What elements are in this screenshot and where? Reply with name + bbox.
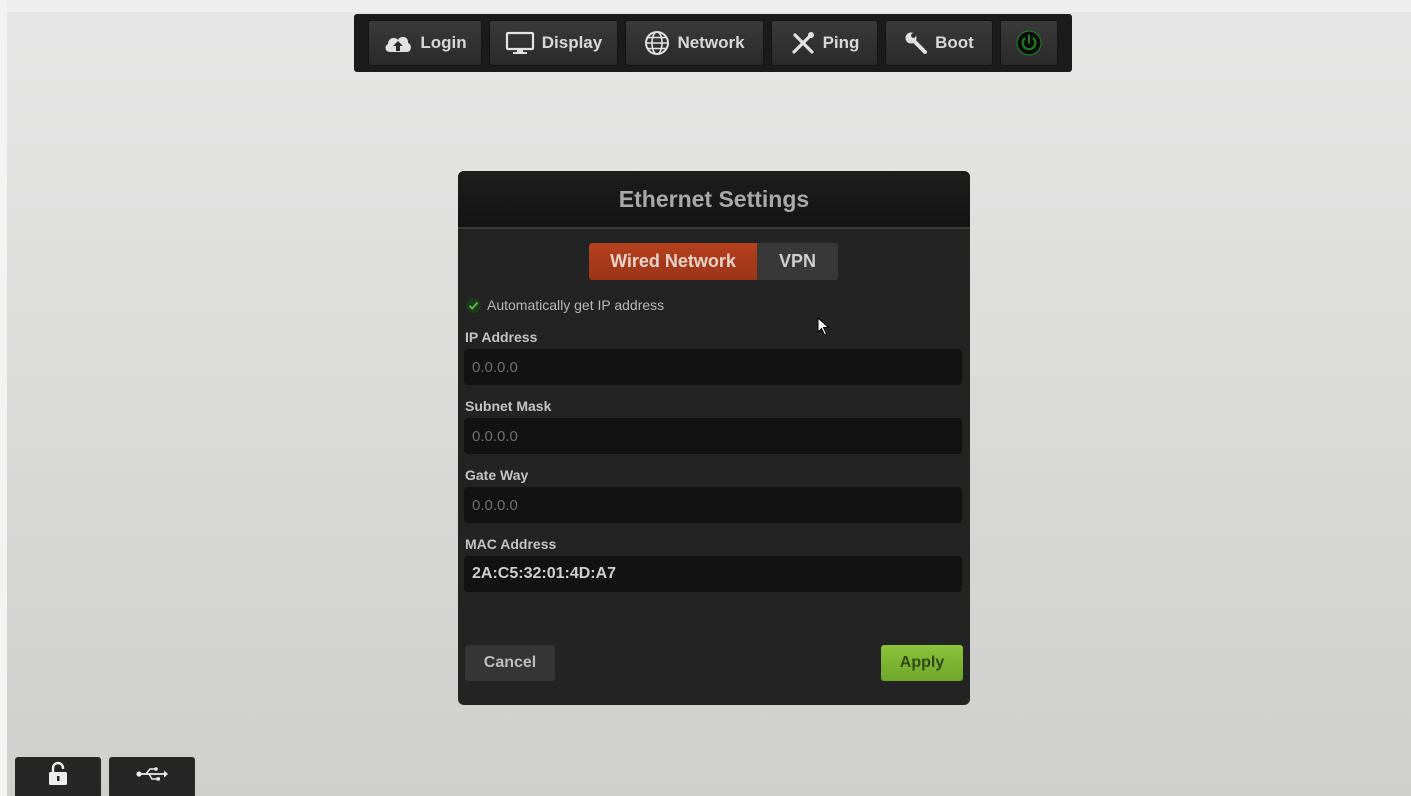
usb-button[interactable]	[109, 757, 195, 796]
lock-button[interactable]	[15, 757, 101, 796]
gateway-label: Gate Way	[465, 467, 529, 483]
ping-button[interactable]: Ping	[771, 20, 878, 66]
mac-address-field[interactable]: 2A:C5:32:01:4D:A7	[464, 556, 962, 592]
display-label: Display	[541, 33, 603, 52]
ip-address-field[interactable]: 0.0.0.0	[464, 349, 962, 385]
unlock-icon	[46, 761, 70, 792]
mouse-cursor-icon	[817, 316, 831, 342]
subnet-mask-field[interactable]: 0.0.0.0	[464, 418, 962, 454]
ping-label: Ping	[822, 33, 860, 52]
tab-vpn[interactable]: VPN	[757, 243, 838, 280]
subnet-mask-label: Subnet Mask	[465, 398, 552, 414]
power-button[interactable]	[1000, 20, 1058, 66]
top-toolbar: Login Display Network Ping Boot	[354, 14, 1072, 72]
tools-icon	[790, 30, 816, 56]
header-divider	[458, 227, 970, 229]
network-button[interactable]: Network	[625, 20, 764, 66]
dialog-title: Ethernet Settings	[458, 171, 970, 227]
mac-address-label: MAC Address	[465, 536, 557, 552]
ip-address-label: IP Address	[465, 329, 538, 345]
tab-wired-network[interactable]: Wired Network	[589, 243, 757, 280]
display-button[interactable]: Display	[489, 20, 618, 66]
left-edge	[0, 0, 7, 796]
cancel-button[interactable]: Cancel	[465, 645, 555, 681]
wrench-icon	[904, 31, 928, 55]
monitor-icon	[505, 31, 535, 55]
login-button[interactable]: Login	[368, 20, 482, 66]
ethernet-settings-dialog: Ethernet Settings Wired Network VPN Auto…	[458, 171, 970, 705]
gateway-field[interactable]: 0.0.0.0	[464, 487, 962, 523]
login-label: Login	[420, 33, 467, 52]
check-icon	[468, 301, 479, 310]
cloud-upload-icon	[383, 32, 413, 54]
power-icon	[1016, 30, 1042, 56]
top-edge	[0, 0, 1411, 12]
auto-ip-checkbox[interactable]	[466, 297, 481, 313]
usb-icon	[135, 766, 169, 787]
globe-icon	[644, 30, 670, 56]
boot-button[interactable]: Boot	[885, 20, 993, 66]
auto-ip-label: Automatically get IP address	[487, 297, 665, 313]
auto-ip-row[interactable]: Automatically get IP address	[466, 295, 664, 315]
apply-button[interactable]: Apply	[881, 645, 963, 681]
network-label: Network	[677, 33, 745, 52]
boot-label: Boot	[935, 33, 974, 52]
